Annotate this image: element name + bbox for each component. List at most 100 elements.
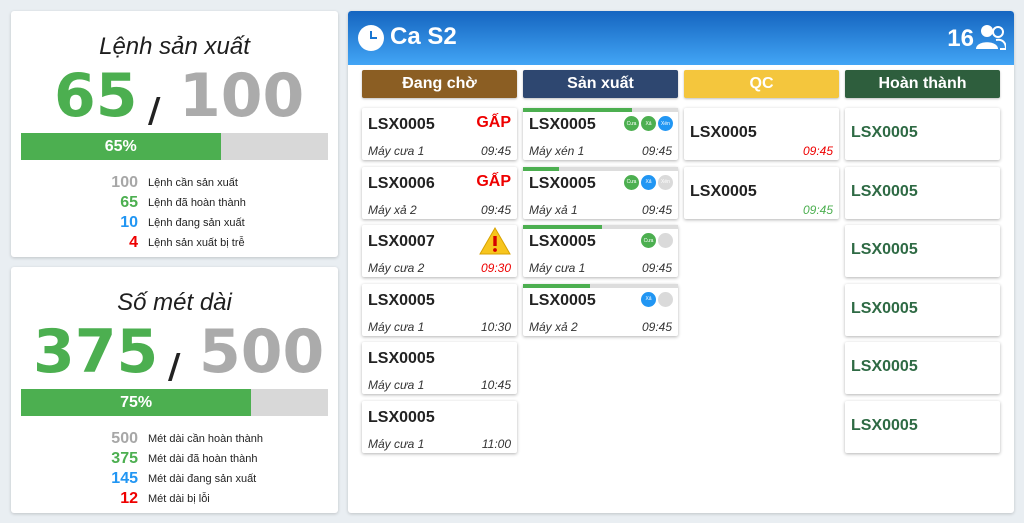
stat-row: 500 Mét dài cần hoàn thành bbox=[21, 429, 321, 449]
task-steps: Cưa Xả Xén bbox=[624, 116, 673, 131]
task-card[interactable]: LSX0005 09:45 bbox=[684, 166, 839, 219]
task-code: LSX0005 bbox=[690, 182, 757, 200]
task-time: 09:45 bbox=[802, 144, 833, 158]
stat-row: 145 Mét dài đang sản xuất bbox=[21, 469, 321, 489]
meters-total-count: 500 bbox=[199, 317, 325, 387]
meters-title: Số mét dài bbox=[117, 289, 232, 316]
meters-stats: 500 Mét dài cần hoàn thành 375 Mét dài đã h… bbox=[21, 429, 321, 509]
column-header-qc[interactable]: QC bbox=[684, 70, 839, 98]
task-progress-bar bbox=[523, 225, 678, 230]
stat-row: 65 Lệnh đã hoàn thành bbox=[21, 193, 321, 213]
task-card[interactable]: LSX0005 09:45 bbox=[684, 108, 839, 160]
orders-counter: 65 / 100 bbox=[11, 61, 338, 141]
task-code: LSX0005 bbox=[851, 358, 918, 376]
task-code: LSX0005 bbox=[851, 182, 918, 200]
orders-total-count: 100 bbox=[179, 61, 305, 131]
task-card[interactable]: LSX0005 Máy cưa 1 11:00 bbox=[362, 400, 517, 453]
stat-label: Mét dài đã hoàn thành bbox=[148, 453, 258, 465]
task-steps: Xả bbox=[641, 291, 673, 307]
orders-done-count: 65 bbox=[54, 61, 138, 131]
orders-progress-fill: 65% bbox=[21, 133, 221, 160]
shift-title: Ca S2 bbox=[390, 23, 457, 50]
task-card[interactable]: LSX0005 bbox=[845, 166, 1000, 219]
task-card[interactable]: LSX0005 Máy xả 2 09:45 Xả bbox=[523, 283, 678, 336]
meters-counter: 375 / 500 bbox=[11, 317, 338, 397]
task-code: LSX0005 bbox=[690, 124, 757, 141]
task-machine: Máy cưa 1 bbox=[368, 436, 425, 451]
task-code: LSX0005 bbox=[368, 116, 435, 133]
task-machine: Máy xả 1 bbox=[529, 202, 578, 217]
task-code: LSX0005 bbox=[529, 116, 596, 133]
step-indicator-icon bbox=[658, 291, 673, 307]
people-count: 16 bbox=[947, 25, 974, 52]
task-machine: Máy cưa 1 bbox=[368, 144, 425, 158]
orders-slash: / bbox=[148, 91, 161, 131]
meters-progress-bar: 75% bbox=[21, 389, 328, 416]
stat-row: 12 Mét dài bị lỗi bbox=[21, 489, 321, 509]
task-card[interactable]: LSX0005 bbox=[845, 108, 1000, 160]
column-header-done[interactable]: Hoàn thành bbox=[845, 70, 1000, 98]
urgent-badge: GẤP bbox=[476, 172, 511, 190]
stat-value: 65 bbox=[120, 194, 138, 211]
stat-value: 4 bbox=[129, 234, 138, 251]
task-card[interactable]: LSX0005 Máy cưa 1 10:30 bbox=[362, 283, 517, 336]
stat-label: Lệnh cần sản xuất bbox=[148, 177, 238, 189]
task-progress-fill bbox=[523, 225, 603, 230]
task-machine: Máy cưa 1 bbox=[529, 261, 586, 276]
task-time: 09:45 bbox=[641, 261, 672, 276]
task-code: LSX0005 bbox=[851, 241, 918, 259]
task-card[interactable]: LSX0005 Máy xén 1 09:45 Cưa Xả Xén bbox=[523, 108, 678, 160]
task-machine: Máy xả 2 bbox=[368, 202, 417, 217]
task-list-qc: LSX0005 09:45 LSX0005 09:45 bbox=[684, 108, 839, 219]
task-code: LSX0007 bbox=[368, 233, 435, 251]
task-time: 09:45 bbox=[641, 202, 672, 217]
task-card[interactable]: LSX0005 bbox=[845, 342, 1000, 395]
column-header-production[interactable]: Sản xuất bbox=[523, 70, 678, 98]
task-time: 09:30 bbox=[480, 261, 511, 276]
task-card[interactable]: LSX0005 Máy cưa 1 10:45 bbox=[362, 342, 517, 395]
task-card[interactable]: LSX0005 bbox=[845, 283, 1000, 336]
task-time: 09:45 bbox=[480, 144, 511, 158]
task-progress-bar bbox=[523, 108, 678, 112]
column-waiting: Đang chờ LSX0005 Máy cưa 1 09:45 GẤP LSX0006… bbox=[362, 70, 517, 460]
step-indicator-icon: Xén bbox=[658, 174, 673, 190]
task-code: LSX0005 bbox=[529, 291, 596, 309]
stat-row: 4 Lệnh sản xuất bị trễ bbox=[21, 233, 321, 253]
orders-card: Lệnh sản xuất 65 / 100 65% 100 Lệnh cần s… bbox=[11, 11, 338, 257]
task-card[interactable]: LSX0005 Máy cưa 1 09:45 GẤP bbox=[362, 108, 517, 160]
meters-card: Số mét dài 375 / 500 75% 500 Mét dài cần … bbox=[11, 267, 338, 513]
people-icon[interactable] bbox=[976, 24, 1006, 50]
task-card[interactable]: LSX0007 Máy cưa 2 09:30 bbox=[362, 225, 517, 278]
stat-value: 12 bbox=[120, 490, 138, 507]
task-list-production: LSX0005 Máy xén 1 09:45 Cưa Xả Xén LSX0005 Máy … bbox=[523, 108, 678, 336]
orders-progress-bar: 65% bbox=[21, 133, 328, 160]
task-progress-fill bbox=[523, 166, 559, 171]
stat-value: 500 bbox=[111, 430, 138, 447]
task-steps: Cưa Xả Xén bbox=[624, 174, 673, 190]
task-card[interactable]: LSX0005 Máy cưa 1 09:45 Cưa bbox=[523, 225, 678, 278]
task-list-waiting: LSX0005 Máy cưa 1 09:45 GẤP LSX0006 Máy xả 2 0… bbox=[362, 108, 517, 453]
task-card[interactable]: LSX0005 Máy xả 1 09:45 Cưa Xả Xén bbox=[523, 166, 678, 219]
task-card[interactable]: LSX0005 bbox=[845, 225, 1000, 278]
meters-slash: / bbox=[168, 347, 181, 387]
task-code: LSX0005 bbox=[368, 350, 435, 368]
task-time: 09:45 bbox=[641, 319, 672, 334]
step-indicator-icon: Cưa bbox=[624, 116, 639, 131]
step-indicator-icon: Xả bbox=[641, 291, 656, 307]
task-code: LSX0005 bbox=[529, 174, 596, 192]
task-time: 10:30 bbox=[480, 319, 511, 334]
stat-label: Mét dài bị lỗi bbox=[148, 493, 210, 505]
stat-label: Lệnh sản xuất bị trễ bbox=[148, 237, 245, 249]
task-card[interactable]: LSX0006 Máy xả 2 09:45 GẤP bbox=[362, 166, 517, 219]
stat-row: 10 Lệnh đang sản xuất bbox=[21, 213, 321, 233]
task-card[interactable]: LSX0005 bbox=[845, 400, 1000, 453]
column-done: Hoàn thành LSX0005 LSX0005 LSX0005 LSX0005 L… bbox=[845, 70, 1000, 460]
urgent-badge: GẤP bbox=[476, 114, 511, 131]
stat-row: 100 Lệnh cần sản xuất bbox=[21, 173, 321, 193]
stat-label: Lệnh đã hoàn thành bbox=[148, 197, 246, 209]
column-header-waiting[interactable]: Đang chờ bbox=[362, 70, 517, 98]
task-code: LSX0005 bbox=[851, 124, 918, 141]
task-machine: Máy xén 1 bbox=[529, 144, 585, 158]
stat-label: Mét dài đang sản xuất bbox=[148, 473, 257, 485]
task-machine: Máy cưa 2 bbox=[368, 261, 425, 276]
